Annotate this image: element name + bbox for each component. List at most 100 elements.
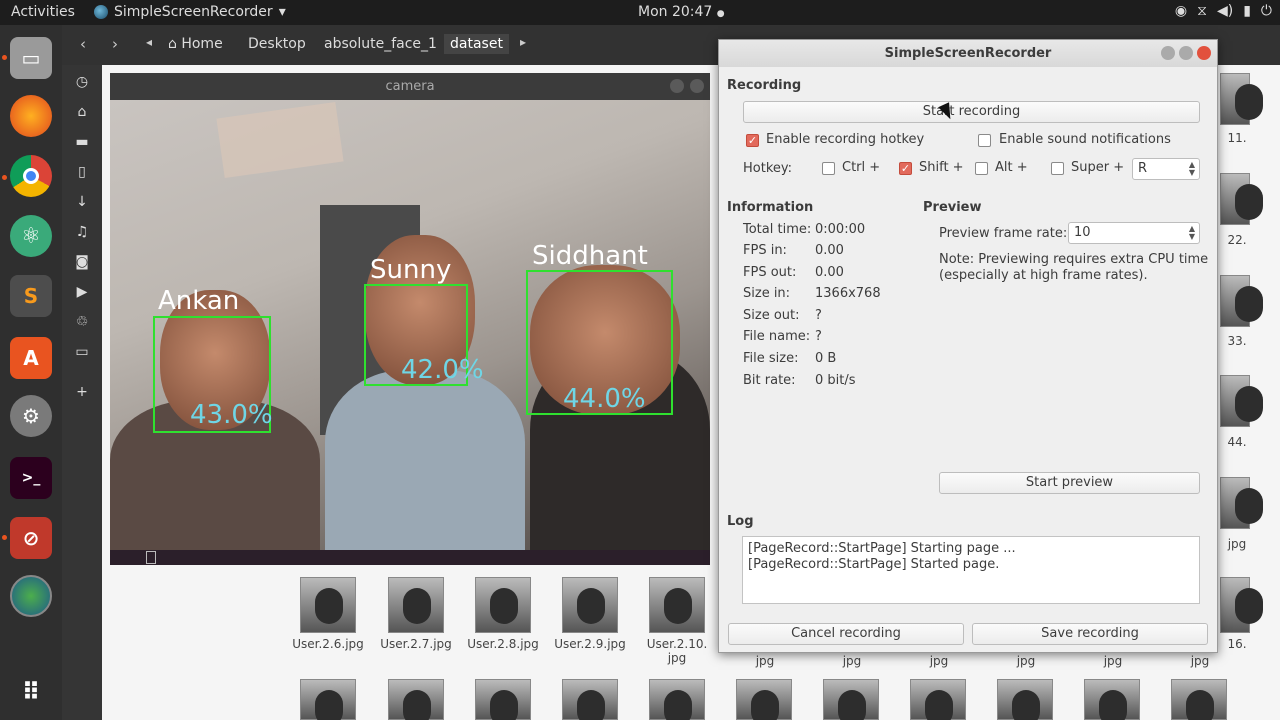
pictures-icon[interactable]: ◙ [74,254,90,270]
file-thumbnail[interactable] [997,679,1053,720]
alt-checkbox[interactable] [975,162,988,175]
breadcrumb-left-arrow[interactable]: ◂ [146,35,152,49]
cancel-recording-button[interactable]: Cancel recording [728,623,964,645]
file-thumbnail[interactable] [1220,173,1263,225]
file-name[interactable]: jpg [812,654,892,668]
file-thumbnail[interactable] [1084,679,1140,720]
enable-hotkey-checkbox[interactable]: ✓ [746,134,759,147]
file-thumbnail[interactable] [1220,577,1263,633]
folder-icon[interactable]: ▬ [74,134,90,150]
ssr-window[interactable]: SimpleScreenRecorder Recording Start rec… [718,39,1218,653]
file-thumbnail[interactable] [1220,375,1263,427]
close-icon[interactable] [690,79,704,93]
alt-label[interactable]: Alt + [995,160,1028,175]
breadcrumb-right-arrow[interactable]: ▸ [520,35,526,49]
chrome-icon[interactable] [10,155,52,197]
enable-sound-label[interactable]: Enable sound notifications [999,132,1171,147]
file-thumbnail[interactable] [910,679,966,720]
shift-label[interactable]: Shift + [919,160,964,175]
file-thumbnail[interactable] [562,679,618,720]
software-center-icon[interactable]: A [10,337,52,379]
shift-checkbox[interactable]: ✓ [899,162,912,175]
ctrl-label[interactable]: Ctrl + [842,160,880,175]
file-thumbnail[interactable] [300,577,356,633]
file-thumbnail[interactable] [649,577,705,633]
power-icon[interactable]: ⏻ [1261,3,1272,19]
add-location-icon[interactable]: + [74,384,90,400]
files-icon[interactable]: ▭ [10,37,52,79]
recorder-icon[interactable]: ⊘ [10,517,52,559]
atom-icon[interactable]: ⚛ [10,215,52,257]
camera-app-icon[interactable] [10,575,52,617]
camera-window[interactable]: camera Ankan 43.0% Sunny 42.0% Siddhant … [110,73,710,565]
file-name[interactable]: 16. [1212,637,1262,651]
crumb-dataset[interactable]: dataset [444,34,509,54]
file-thumbnail[interactable] [475,679,531,720]
enable-hotkey-label[interactable]: Enable recording hotkey [766,132,924,147]
document-icon[interactable]: ▯ [74,164,90,180]
download-icon[interactable]: ↓ [74,194,90,210]
system-tray[interactable]: ◉ ⧖ ◀) ▮ ⏻ [1175,3,1272,19]
spin-arrows-icon[interactable]: ▲ ▼ [1189,225,1195,241]
grid-icon[interactable]: ⠿ [10,671,52,713]
camera-trackbar[interactable] [110,550,710,565]
camera-titlebar[interactable]: camera [110,73,710,100]
file-thumbnail[interactable] [475,577,531,633]
file-thumbnail[interactable] [1220,477,1263,529]
recent-icon[interactable]: ◷ [74,74,90,90]
firefox-icon[interactable] [10,95,52,137]
preview-frame-rate-input[interactable]: 10 ▲ ▼ [1068,222,1200,244]
file-name[interactable]: 33. [1212,334,1262,348]
file-name[interactable]: jpg [725,654,805,668]
back-button[interactable]: ‹ [80,35,86,53]
file-name[interactable]: 11. [1212,131,1262,145]
file-thumbnail[interactable] [823,679,879,720]
file-thumbnail[interactable] [1171,679,1227,720]
file-thumbnail[interactable] [300,679,356,720]
file-name[interactable]: jpg [1160,654,1240,668]
file-name[interactable]: jpg [1073,654,1153,668]
file-name[interactable]: jpg [986,654,1066,668]
indicator-icon[interactable]: ◉ [1175,3,1187,19]
sublime-icon[interactable]: S [10,275,52,317]
file-name[interactable]: jpg [899,654,979,668]
battery-icon[interactable]: ▮ [1243,3,1251,19]
file-name[interactable]: User.2.6.jpg [288,637,368,651]
settings-icon[interactable]: ⚙ [10,395,52,437]
file-thumbnail[interactable] [388,679,444,720]
trackbar-handle[interactable] [146,551,156,564]
file-thumbnail[interactable] [1220,73,1263,125]
music-icon[interactable]: ♫ [74,224,90,240]
enable-sound-checkbox[interactable] [978,134,991,147]
crumb-desktop[interactable]: Desktop [248,36,306,52]
super-checkbox[interactable] [1051,162,1064,175]
activities-button[interactable]: Activities [11,4,75,20]
file-thumbnail[interactable] [1220,275,1263,327]
volume-icon[interactable]: ◀) [1217,3,1233,19]
file-name[interactable]: User.2.7.jpg [376,637,456,651]
file-name[interactable]: User.2.10. jpg [637,637,717,665]
file-thumbnail[interactable] [736,679,792,720]
crumb-home[interactable]: ⌂ Home [168,36,223,52]
start-preview-button[interactable]: Start preview [939,472,1200,494]
close-icon[interactable] [1197,46,1211,60]
home-icon[interactable]: ⌂ [74,104,90,120]
trash-icon[interactable]: ♲ [74,314,90,330]
file-thumbnail[interactable] [562,577,618,633]
save-recording-button[interactable]: Save recording [972,623,1208,645]
file-name[interactable]: 22. [1212,233,1262,247]
super-label[interactable]: Super + [1071,160,1124,175]
start-recording-button[interactable]: Start recording [743,101,1200,123]
log-textbox[interactable]: [PageRecord::StartPage] Starting page ..… [742,536,1200,604]
minimize-icon[interactable] [1161,46,1175,60]
hotkey-key-select[interactable]: R ▲ ▼ [1132,158,1200,180]
file-thumbnail[interactable] [388,577,444,633]
ctrl-checkbox[interactable] [822,162,835,175]
clock[interactable]: Mon 20:47 ● [638,4,725,20]
file-name[interactable]: User.2.8.jpg [463,637,543,651]
file-name[interactable]: 44. [1212,435,1262,449]
videos-icon[interactable]: ▶ [74,284,90,300]
network-icon[interactable]: ⧖ [1197,3,1207,19]
crumb-absolute-face[interactable]: absolute_face_1 [324,36,437,52]
terminal-icon[interactable]: >_ [10,457,52,499]
